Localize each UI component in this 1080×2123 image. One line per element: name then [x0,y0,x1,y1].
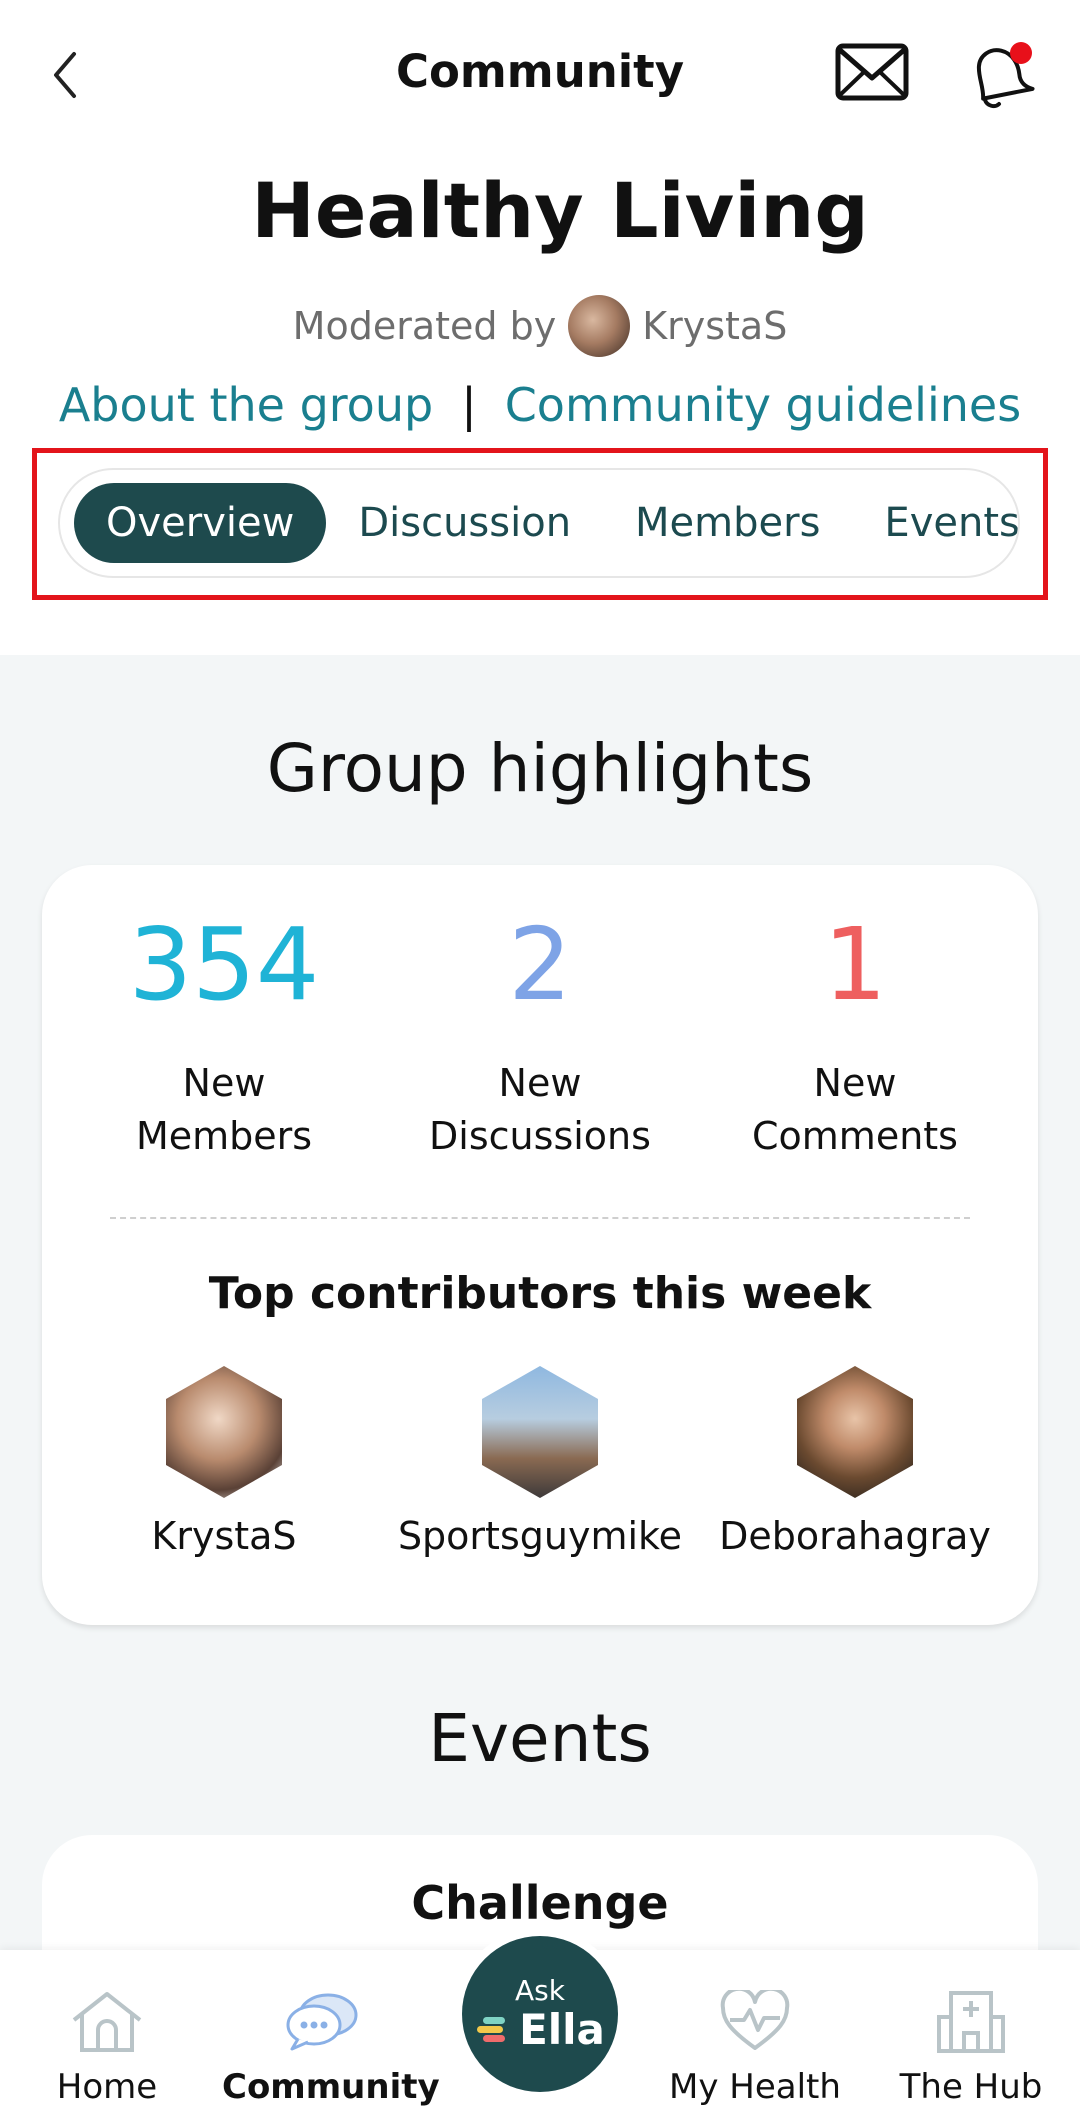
messages-button[interactable] [834,40,910,106]
moderated-by: Moderated by KrystaS [0,290,1080,362]
contributor-krystas[interactable]: KrystaS [58,1366,390,1558]
contributor-name: KrystaS [151,1514,297,1558]
page-title: Community [395,45,685,98]
home-icon [7,1985,207,2057]
mail-icon [835,43,909,101]
contributor-name: Sportsguymike [397,1514,683,1558]
hospital-icon [871,1985,1071,2057]
contributor-deborahagray[interactable]: Deborahagray [689,1366,1021,1558]
contributor-name: Deborahagray [719,1514,991,1558]
stat-new-members[interactable]: 354 New Members [58,915,390,1163]
stat-value: 354 [128,906,320,1023]
stat-label: New Discussions [374,1057,706,1163]
ella-label: Ella [519,2005,605,2054]
contributor-avatar [166,1366,282,1498]
chat-bubbles-icon [222,1985,422,2057]
stat-new-discussions[interactable]: 2 New Discussions [374,915,706,1163]
tabs-highlight-box [32,448,1048,600]
nav-my-health-label: My Health [669,2067,841,2107]
nav-my-health[interactable]: My Health [655,1985,855,2107]
stat-label-line1: New [813,1061,897,1105]
moderated-by-label: Moderated by [292,304,557,348]
event-card-title: Challenge [411,1876,669,1930]
nav-the-hub[interactable]: The Hub [871,1985,1071,2107]
divider [110,1217,970,1219]
top-contributors-title: Top contributors this week [208,1268,872,1319]
group-title: Healthy Living [251,166,869,255]
stat-label-line1: New [182,1061,266,1105]
contributor-sportsguymike[interactable]: Sportsguymike [374,1366,706,1558]
stat-value: 1 [823,906,887,1023]
link-separator: | [461,378,477,432]
about-group-link[interactable]: About the group [59,378,433,432]
stat-value: 2 [508,906,572,1023]
notification-dot [1010,42,1032,64]
moderator-name[interactable]: KrystaS [642,304,787,348]
ask-ella-row: Ella [475,2005,605,2054]
nav-community-label: Community [222,2067,440,2107]
group-links: About the group | Community guidelines [0,378,1080,432]
contributor-avatar [482,1366,598,1498]
moderator-avatar[interactable] [568,295,631,357]
stat-label-line1: New [498,1061,582,1105]
nav-home-label: Home [56,2067,158,2107]
nav-community[interactable]: Community [222,1985,440,2107]
nav-home[interactable]: Home [7,1985,207,2107]
ask-label: Ask [515,1974,565,2007]
stat-new-comments[interactable]: 1 New Comments [689,915,1021,1163]
nav-the-hub-label: The Hub [899,2067,1043,2107]
community-guidelines-link[interactable]: Community guidelines [505,378,1021,432]
contributor-avatar [797,1366,913,1498]
events-title: Events [428,1700,652,1777]
stat-label-line2: Comments [752,1114,958,1158]
stat-label: New Members [58,1057,390,1163]
group-highlights-title: Group highlights [266,730,814,807]
stat-label: New Comments [689,1057,1021,1163]
heart-pulse-icon [655,1985,855,2057]
ella-logo-icon [477,2016,506,2042]
stat-label-line2: Discussions [429,1114,651,1158]
ask-ella-button[interactable]: Ask Ella [462,1936,618,2092]
stat-label-line2: Members [135,1114,313,1158]
